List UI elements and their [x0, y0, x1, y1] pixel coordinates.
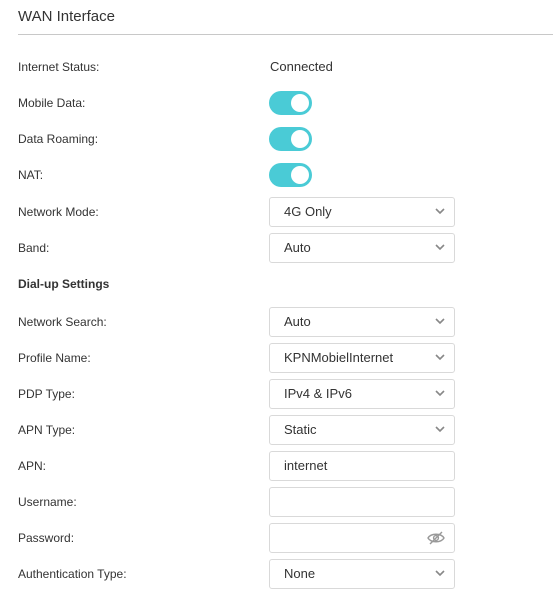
pdp-type-value: IPv4 & IPv6	[284, 386, 352, 401]
network-search-row: Network Search: Auto	[0, 307, 553, 337]
password-row: Password:	[0, 523, 553, 553]
chevron-down-icon	[435, 354, 445, 361]
network-search-label: Network Search:	[18, 315, 107, 329]
apn-value: internet	[284, 458, 328, 473]
internet-status-label: Internet Status:	[18, 60, 100, 74]
toggle-knob	[291, 130, 309, 148]
username-label: Username:	[18, 495, 77, 509]
mobile-data-toggle[interactable]	[269, 91, 312, 115]
toggle-knob	[291, 166, 309, 184]
auth-type-label: Authentication Type:	[18, 567, 127, 581]
band-value: Auto	[284, 240, 311, 255]
mobile-data-label: Mobile Data:	[18, 96, 86, 110]
pdp-type-label: PDP Type:	[18, 387, 75, 401]
network-search-value: Auto	[284, 314, 311, 329]
network-search-select[interactable]: Auto	[269, 307, 455, 337]
profile-name-select[interactable]: KPNMobielInternet	[269, 343, 455, 373]
toggle-knob	[291, 94, 309, 112]
password-input[interactable]	[269, 523, 455, 553]
apn-type-select[interactable]: Static	[269, 415, 455, 445]
nat-toggle[interactable]	[269, 163, 312, 187]
apn-label: APN:	[18, 459, 47, 473]
pdp-type-select[interactable]: IPv4 & IPv6	[269, 379, 455, 409]
band-row: Band: Auto	[0, 233, 553, 263]
apn-input[interactable]: internet	[269, 451, 455, 481]
username-input[interactable]	[269, 487, 455, 517]
auth-type-row: Authentication Type: None	[0, 559, 553, 589]
profile-name-row: Profile Name: KPNMobielInternet	[0, 343, 553, 373]
pdp-type-row: PDP Type: IPv4 & IPv6	[0, 379, 553, 409]
chevron-down-icon	[435, 208, 445, 215]
internet-status-row: Internet Status: Connected	[0, 52, 553, 82]
apn-type-row: APN Type: Static	[0, 415, 553, 445]
apn-row: APN: internet	[0, 451, 553, 481]
data-roaming-toggle[interactable]	[269, 127, 312, 151]
wan-interface-title: WAN Interface	[18, 8, 115, 25]
apn-type-value: Static	[284, 422, 317, 437]
dialup-settings-heading: Dial-up Settings	[18, 277, 110, 291]
eye-slash-icon[interactable]	[427, 531, 445, 545]
band-select[interactable]: Auto	[269, 233, 455, 263]
internet-status-value: Connected	[270, 59, 333, 74]
nat-label: NAT:	[18, 168, 44, 182]
auth-type-select[interactable]: None	[269, 559, 455, 589]
network-mode-select[interactable]: 4G Only	[269, 197, 455, 227]
mobile-data-row: Mobile Data:	[0, 88, 553, 118]
chevron-down-icon	[435, 570, 445, 577]
username-row: Username:	[0, 487, 553, 517]
network-mode-label: Network Mode:	[18, 205, 99, 219]
auth-type-value: None	[284, 566, 316, 581]
chevron-down-icon	[435, 390, 445, 397]
nat-row: NAT:	[0, 160, 553, 190]
chevron-down-icon	[435, 318, 445, 325]
chevron-down-icon	[435, 244, 445, 251]
profile-name-label: Profile Name:	[18, 351, 91, 365]
password-label: Password:	[18, 531, 75, 545]
chevron-down-icon	[435, 426, 445, 433]
profile-name-value: KPNMobielInternet	[284, 350, 394, 365]
network-mode-value: 4G Only	[284, 204, 332, 219]
data-roaming-row: Data Roaming:	[0, 124, 553, 154]
band-label: Band:	[18, 241, 50, 255]
network-mode-row: Network Mode: 4G Only	[0, 197, 553, 227]
title-divider	[18, 34, 553, 35]
apn-type-label: APN Type:	[18, 423, 76, 437]
data-roaming-label: Data Roaming:	[18, 132, 99, 146]
